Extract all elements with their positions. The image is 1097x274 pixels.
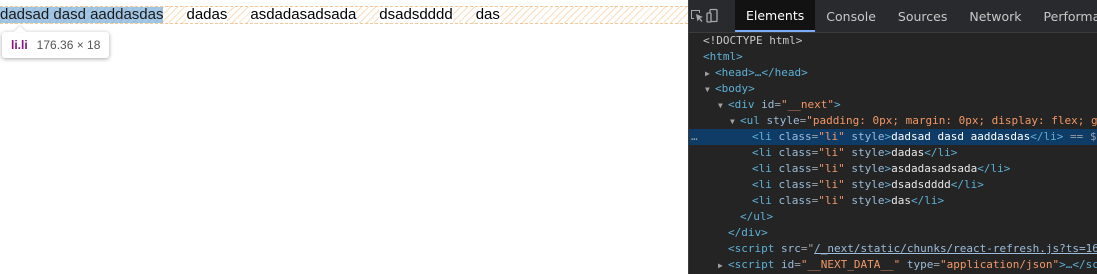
div-close-tag: </div> bbox=[728, 226, 768, 239]
list-item[interactable]: dadsad dasd aaddasdas bbox=[0, 7, 164, 23]
tree-node[interactable]: <html> bbox=[689, 49, 1097, 65]
tree-node[interactable]: </ul> bbox=[689, 209, 1097, 225]
tree-node[interactable]: <li class="li" style>dsadsdddd</li> bbox=[689, 177, 1097, 193]
list-item[interactable]: dadas bbox=[186, 7, 228, 23]
node-text: dadsad dasd aaddasdas bbox=[891, 130, 1031, 143]
tree-node[interactable]: ▼ <body> bbox=[689, 81, 1097, 97]
doctype-text: <!DOCTYPE html> bbox=[703, 34, 803, 47]
attr-name: type bbox=[906, 258, 934, 271]
expand-arrow-icon[interactable]: ▶ bbox=[718, 258, 728, 274]
attr-value: "__next" bbox=[781, 98, 834, 111]
attr-value: "application/json" bbox=[939, 258, 1060, 271]
li-tag: <li bbox=[752, 130, 772, 143]
body-tag: <body> bbox=[715, 82, 755, 95]
attr-value: "__NEXT_DATA__" bbox=[800, 258, 901, 271]
script-tag: <script bbox=[728, 258, 775, 271]
tab-performance[interactable]: Performa bbox=[1033, 0, 1097, 32]
node-text: asdadasadsada bbox=[891, 162, 978, 175]
tooltip-selector: li.li bbox=[11, 38, 28, 52]
html-tag: <html> bbox=[703, 50, 743, 63]
tree-node[interactable]: <!DOCTYPE html> bbox=[689, 33, 1097, 49]
attr-name: id bbox=[761, 98, 775, 111]
attr-name: src bbox=[780, 242, 801, 255]
ul-close-tag: </ul> bbox=[740, 210, 774, 223]
div-tag: <div bbox=[728, 98, 755, 111]
inspect-element-icon[interactable] bbox=[689, 0, 705, 32]
tree-node[interactable]: ▶ <head>…</head> bbox=[689, 65, 1097, 81]
selected-marker: == $0 bbox=[1069, 130, 1097, 143]
expand-arrow-icon[interactable]: ▶ bbox=[705, 66, 715, 82]
attr-name: id bbox=[780, 258, 795, 271]
tab-elements[interactable]: Elements bbox=[735, 0, 816, 32]
li-close-tag: </li> bbox=[1030, 130, 1064, 143]
tree-node[interactable]: ▶ <script id="__NEXT_DATA__" type="applic… bbox=[689, 257, 1097, 273]
attr-name: class bbox=[778, 130, 812, 143]
ul-tag: <ul bbox=[740, 114, 760, 127]
tree-node[interactable]: ▼ <div id="__next"> bbox=[689, 97, 1097, 113]
collapse-arrow-icon[interactable]: ▼ bbox=[730, 114, 740, 130]
tree-node[interactable]: <li class="li" style>das</li> bbox=[689, 193, 1097, 209]
attr-name: style bbox=[851, 130, 885, 143]
list-item[interactable]: das bbox=[475, 7, 500, 23]
screen: dadsad dasd aaddasdas dadas asdadasadsad… bbox=[0, 0, 1097, 274]
head-tag: <head>…</head> bbox=[715, 66, 808, 79]
list-item[interactable]: asdadasadsada bbox=[250, 7, 357, 23]
devtools-toolbar: Elements Console Sources Network Perform… bbox=[689, 0, 1097, 33]
page-viewport: dadsad dasd aaddasdas dadas asdadasadsad… bbox=[0, 0, 688, 274]
tab-network[interactable]: Network bbox=[958, 0, 1032, 32]
script-src-link[interactable]: /_next/static/chunks/react-refresh.js?ts… bbox=[814, 242, 1097, 255]
flex-list: dadsad dasd aaddasdas dadas asdadasadsad… bbox=[0, 6, 688, 24]
tree-node[interactable]: <li class="li" style>asdadasadsada</li> bbox=[689, 161, 1097, 177]
tree-node[interactable]: ▼ <ul style="padding: 0px; margin: 0px; d… bbox=[689, 113, 1097, 129]
node-text: dsadsdddd bbox=[891, 178, 951, 191]
device-toggle-icon[interactable] bbox=[705, 0, 721, 32]
tree-node-selected[interactable]: … <li class="li" style>dadsad dasd aadda… bbox=[689, 129, 1097, 145]
node-text: das bbox=[891, 194, 911, 207]
devtools-tabs: Elements Console Sources Network Perform… bbox=[735, 0, 1097, 32]
tree-node[interactable]: <li class="li" style>dadas</li> bbox=[689, 145, 1097, 161]
tab-console[interactable]: Console bbox=[815, 0, 887, 32]
attr-name: style bbox=[766, 114, 800, 127]
node-text: dadas bbox=[891, 146, 925, 159]
tab-sources[interactable]: Sources bbox=[887, 0, 958, 32]
devtools-panel: Elements Console Sources Network Perform… bbox=[688, 0, 1097, 274]
list-item[interactable]: dsadsdddd bbox=[379, 7, 453, 23]
collapse-arrow-icon[interactable]: ▼ bbox=[718, 98, 728, 114]
more-options-icon[interactable]: … bbox=[691, 129, 698, 145]
attr-value: "li" bbox=[818, 130, 845, 143]
script-tag: <script bbox=[728, 242, 775, 255]
tree-node[interactable]: <script src="/_next/static/chunks/react-… bbox=[689, 241, 1097, 257]
inspect-tooltip: li.li 176.36 × 18 bbox=[2, 32, 110, 58]
script-tail: >…</sc bbox=[1059, 258, 1097, 271]
attr-value: "padding: 0px; margin: 0px; display: fle… bbox=[806, 114, 1097, 127]
collapse-arrow-icon[interactable]: ▼ bbox=[705, 82, 715, 98]
tooltip-size: 176.36 × 18 bbox=[36, 38, 101, 52]
elements-tree: <!DOCTYPE html> <html> ▶ <head>…</head> ▼… bbox=[689, 33, 1097, 273]
tree-node[interactable]: </div> bbox=[689, 225, 1097, 241]
